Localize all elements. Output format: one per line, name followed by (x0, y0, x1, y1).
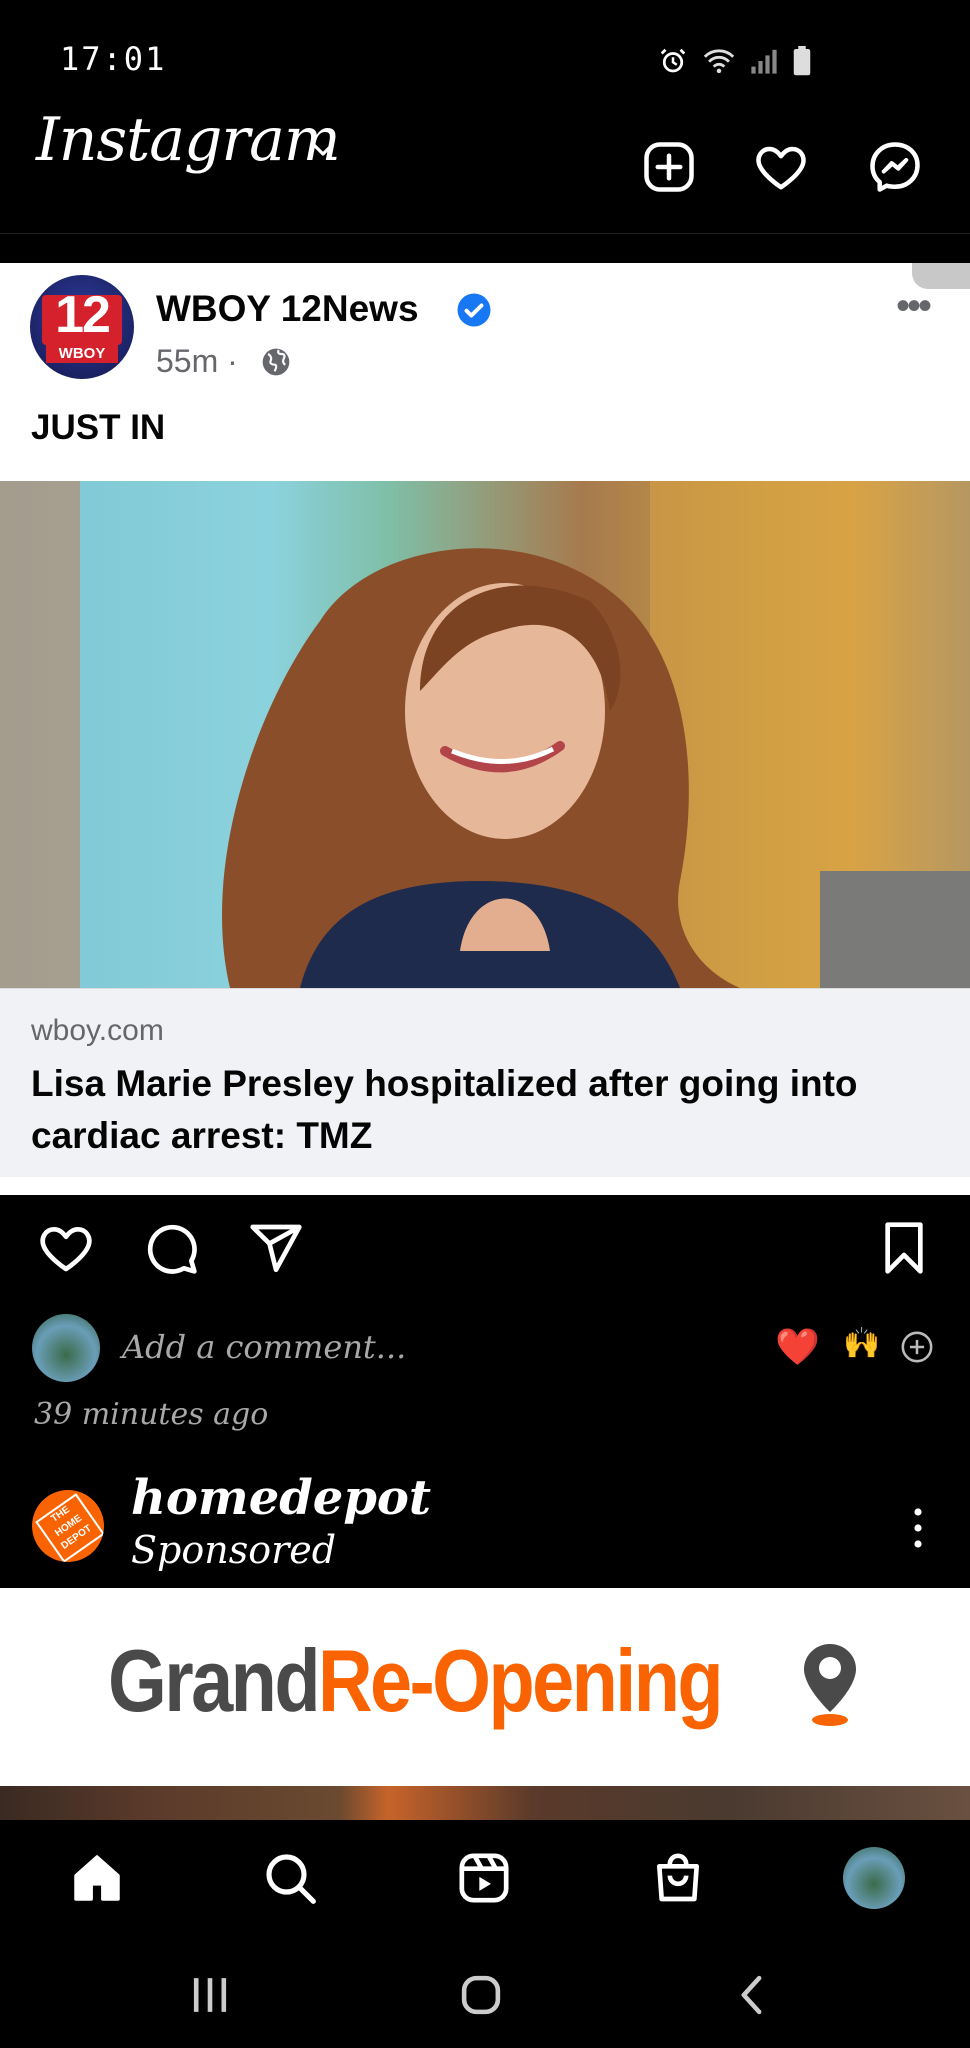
ad-photo-strip[interactable] (0, 1786, 970, 1820)
instagram-logo[interactable]: Instagram (36, 105, 341, 175)
location-pin-icon (804, 1644, 856, 1726)
search-icon[interactable] (262, 1850, 318, 1906)
ad-headline-grand: Grand (108, 1631, 321, 1730)
like-icon[interactable] (38, 1220, 94, 1276)
reels-icon[interactable] (456, 1850, 512, 1906)
commenter-avatar (32, 1314, 100, 1382)
plus-square-icon[interactable] (642, 140, 696, 194)
avatar-number: 12 (55, 286, 111, 344)
wifi-icon (703, 49, 735, 74)
post-age: 39 minutes ago (34, 1397, 269, 1432)
ad-headline-reopening: Re-Opening (317, 1631, 724, 1730)
globe-icon (262, 348, 290, 376)
page-avatar[interactable]: 12 WBOY (30, 275, 134, 379)
recent-apps-button[interactable] (185, 1972, 235, 2018)
quick-reaction-heart[interactable]: ❤️ (775, 1326, 820, 1368)
heart-icon[interactable] (754, 140, 808, 194)
status-time: 17:01 (60, 40, 167, 78)
comment-input[interactable]: Add a comment... (122, 1328, 406, 1366)
status-icons (658, 44, 812, 78)
verified-badge-icon (457, 293, 491, 327)
shop-icon[interactable] (650, 1850, 706, 1906)
back-button[interactable] (728, 1972, 778, 2018)
card-more-icon[interactable]: ••• (896, 284, 932, 329)
photo-illustration (0, 481, 970, 988)
post-text: JUST IN (31, 408, 166, 447)
messenger-icon[interactable] (868, 140, 922, 194)
ad-headline: GrandRe-Opening (108, 1630, 724, 1732)
bookmark-icon[interactable] (876, 1220, 932, 1276)
more-options-icon[interactable] (906, 1506, 930, 1550)
news-photo[interactable] (0, 481, 970, 988)
home-button[interactable] (456, 1972, 506, 2018)
add-reaction-icon[interactable] (900, 1330, 934, 1364)
header-divider (0, 233, 970, 234)
sponsored-label: Sponsored (131, 1528, 337, 1572)
alarm-icon (660, 48, 686, 73)
share-icon[interactable] (248, 1220, 304, 1276)
homedepot-avatar[interactable]: THE HOME DEPOT (32, 1490, 104, 1562)
battery-icon (793, 46, 811, 76)
home-icon[interactable] (69, 1850, 125, 1906)
chevron-down-icon[interactable] (308, 134, 338, 164)
avatar-call-sign: WBOY (46, 345, 118, 363)
homedepot-logo-text: THE HOME DEPOT (35, 1493, 104, 1562)
post-time: 55m · (156, 343, 238, 379)
page-name[interactable]: WBOY 12News (156, 288, 419, 330)
link-title[interactable]: Lisa Marie Presley hospitalized after go… (31, 1058, 931, 1162)
signal-icon (751, 49, 777, 74)
quick-reaction-raised-hands[interactable]: 🙌 (843, 1326, 880, 1361)
comment-icon[interactable] (143, 1220, 199, 1276)
profile-avatar[interactable] (843, 1847, 905, 1909)
sponsor-name[interactable]: homedepot (131, 1470, 431, 1526)
link-domain: wboy.com (31, 1014, 164, 1047)
